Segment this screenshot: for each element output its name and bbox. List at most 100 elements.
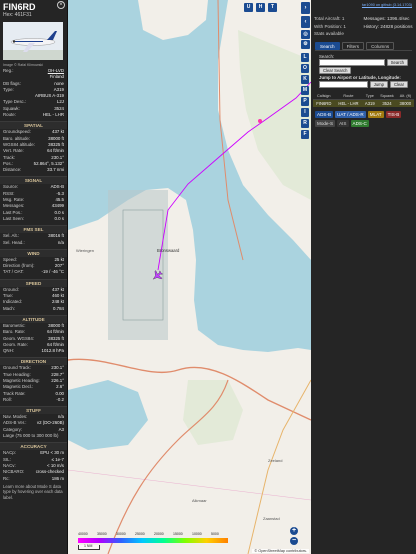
place-label: Bronswaard [157,248,180,253]
map-button-p[interactable]: P [301,97,309,106]
tab-search[interactable]: Search [315,41,340,50]
detail-value: -19 / -46 °C [41,269,65,275]
search-input[interactable] [319,59,385,66]
github-link[interactable]: tar1090 on github (3.14.1703) [362,3,412,7]
detail-key: Sel. Head.: [3,239,25,245]
table-cell: 38000 [399,100,412,106]
detail-key: Rc: [3,475,10,481]
detail-value: A3 [58,426,64,432]
map-button-i[interactable]: I [301,108,309,117]
receiver-marker-icon[interactable] [258,119,262,123]
legend-chip-ads-b: ADS-B [315,110,334,118]
map-button-r[interactable]: R [301,119,309,128]
aircraft-table: Callsign Route Type Squawk Alt. (ft) FIN6RD H… [311,93,416,107]
panel-tabs: Search Filters Columns [311,41,416,50]
section-title-wind: WIND [0,248,67,257]
airplane-photo-image [3,22,63,60]
map-attribution: © OpenStreetMap contributors. [252,549,309,553]
section-title-signal: SIGNAL [0,176,67,185]
footer-note: Learn more about Mode S data type by hov… [3,483,63,500]
map-button-l[interactable]: L [301,53,309,62]
altitude-color-scale [78,538,228,543]
detail-value: 186 m [51,475,64,481]
altitude-tick-label: 20000 [154,532,164,536]
stat-right: History: 24828 positions [363,23,413,29]
hex-label: Hex: 461F31 [3,12,32,18]
map-button-f[interactable]: F [301,130,309,139]
detail-sections: SPATIAL Groundspeed: 437 kt Baro. altitude:… [0,118,67,481]
collapse-button[interactable]: ‹ [301,16,310,28]
map-view[interactable]: Wieringen Bronswaard Alkmaar Zaanstad Ze… [68,0,311,554]
altitude-tick-label: 10000 [192,532,202,536]
detail-key: Mach: [3,305,15,311]
stat-row: With Position: 1 History: 24828 positions [311,23,416,31]
section-title-speed: SPEED [0,278,67,287]
zoom-in-button[interactable]: + [290,527,298,535]
map-button-m[interactable]: M [301,86,309,95]
legend-chip-mlat: MLAT [367,110,384,118]
map-button-u[interactable]: U [244,3,253,12]
map-button-o[interactable]: O [301,64,309,73]
stat-left: With Position: 1 [314,23,346,29]
stats-block: Total Aircraft: 1 Messages: 1396.4/sec Wit… [311,15,416,38]
detail-header: FIN6RD Hex: 461F31 × [0,0,67,20]
aircraft-photo[interactable] [3,22,63,60]
stat-right: Messages: 1396.4/sec [363,16,410,21]
layers-icon[interactable]: ◎ [301,30,310,39]
detail-key: Reg.: [3,68,14,73]
legend-chip-ads-c: ADS-C [350,119,369,127]
detail-key: Roll: [3,396,12,402]
detail-key: QNH: [3,348,14,354]
detail-key: Last Seen: [3,215,24,221]
map-button-k[interactable]: K [301,75,309,84]
detail-row: Large (75 000 to 300 000 lb) [0,433,67,439]
jump-clear-button[interactable]: Clear [389,80,408,88]
section-title-accuracy: ACCURACY [0,442,67,451]
clear-search-button[interactable]: Clear Search [319,67,352,74]
identity-rows: Reg.: OH-LVD Finland DB flags: none Type: A319… [0,68,67,118]
callsign-title: FIN6RD [3,2,36,12]
detail-value: 0.0 s [54,215,64,221]
detail-value: 0.784 [53,305,64,311]
section-title-direction: DIRECTION [0,357,67,366]
close-icon[interactable]: × [57,1,65,9]
map-button-h[interactable]: H [256,3,265,12]
stat-row: Stats available [311,30,416,38]
detail-value: HEL - LHR [42,112,64,118]
jump-input[interactable] [319,80,368,88]
source-legend: ADS-B UAT / ADS-R MLAT TIS-B Mode-S AIS ADS-C [311,107,416,131]
place-label: Wieringen [76,248,94,253]
table-cell: A319 [364,100,375,106]
map-canvas[interactable]: Wieringen Bronswaard Alkmaar Zaanstad Ze… [68,0,311,554]
tab-filters[interactable]: Filters [341,41,365,50]
scale-label: 1 NM [84,544,93,548]
stat-right [364,31,414,37]
section-title-spatial: SPATIAL [0,121,67,130]
detail-key: Large (75 000 to 300 000 lb) [3,433,59,439]
panel-toggle-button[interactable]: › [301,2,310,14]
table-cell: FIN6RD [316,100,332,106]
section-title-fms-sel: FMS SEL [0,225,67,234]
stat-left: Total Aircraft: 1 [314,16,345,21]
stat-row: Total Aircraft: 1 Messages: 1396.4/sec [311,15,416,23]
place-label: Zaanstad [263,516,280,521]
detail-key: Route: [3,112,16,118]
detail-value: 1012.8 hPa [41,348,64,354]
altitude-tick-label: 35000 [97,532,107,536]
jump-button[interactable]: Jump [369,80,388,88]
stat-left: Stats available [314,31,344,36]
search-button[interactable]: Search [386,59,408,66]
altitude-tick-label: 25000 [135,532,145,536]
map-button-t[interactable]: T [268,3,277,12]
tab-columns[interactable]: Columns [366,41,395,50]
altitude-tick-label: 5000 [211,532,219,536]
table-row[interactable]: FIN6RD HEL - LHR A319 3524 38000 [313,99,414,107]
detail-value: -0.2 [56,396,64,402]
detail-key: Type: [3,86,14,92]
section-title-altitude: ALTITUDE [0,314,67,323]
scale-line: 1 NM [78,544,100,550]
settings-icon[interactable]: ⚙ [301,40,310,49]
zoom-out-button[interactable]: − [290,537,298,545]
legend-chip-tis-b: TIS-B [385,110,402,118]
section-title-stuff: STUFF [0,406,67,415]
